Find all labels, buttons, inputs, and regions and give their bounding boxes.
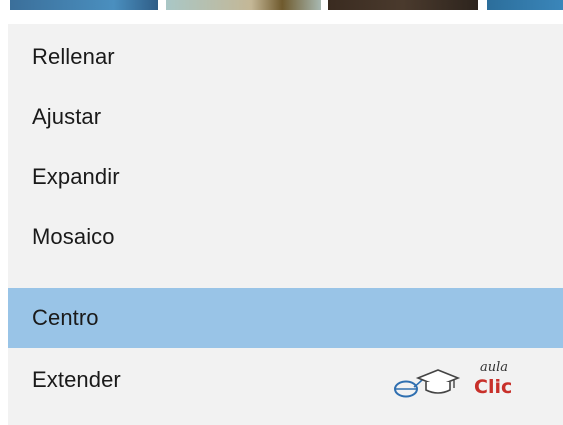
menu-item-label: Centro <box>32 305 99 330</box>
wallpaper-thumbnails <box>0 0 563 10</box>
menu-item-rellenar[interactable]: Rellenar <box>8 28 563 88</box>
menu-item-expandir[interactable]: Expandir <box>8 148 563 208</box>
logo-text-aula: aula <box>480 360 509 375</box>
background-fit-dropdown: Rellenar Ajustar Expandir Mosaico Centro… <box>0 0 563 425</box>
wallpaper-thumbnail[interactable] <box>166 0 321 10</box>
wallpaper-thumbnail[interactable] <box>10 0 158 10</box>
menu-item-label: Expandir <box>32 164 120 189</box>
wallpaper-thumbnail[interactable] <box>487 0 563 10</box>
menu-item-label: Mosaico <box>32 224 115 249</box>
logo-text-clic: Clic <box>474 376 513 398</box>
wallpaper-thumbnail[interactable] <box>328 0 478 10</box>
aulaclic-logo: aula Clic <box>388 360 518 406</box>
menu-item-centro[interactable]: Centro <box>8 288 563 348</box>
menu-item-label: Rellenar <box>32 44 115 69</box>
menu-item-mosaico[interactable]: Mosaico <box>8 208 563 268</box>
menu-item-label: Extender <box>32 367 121 392</box>
menu-item-ajustar[interactable]: Ajustar <box>8 88 563 148</box>
menu-item-label: Ajustar <box>32 104 102 129</box>
